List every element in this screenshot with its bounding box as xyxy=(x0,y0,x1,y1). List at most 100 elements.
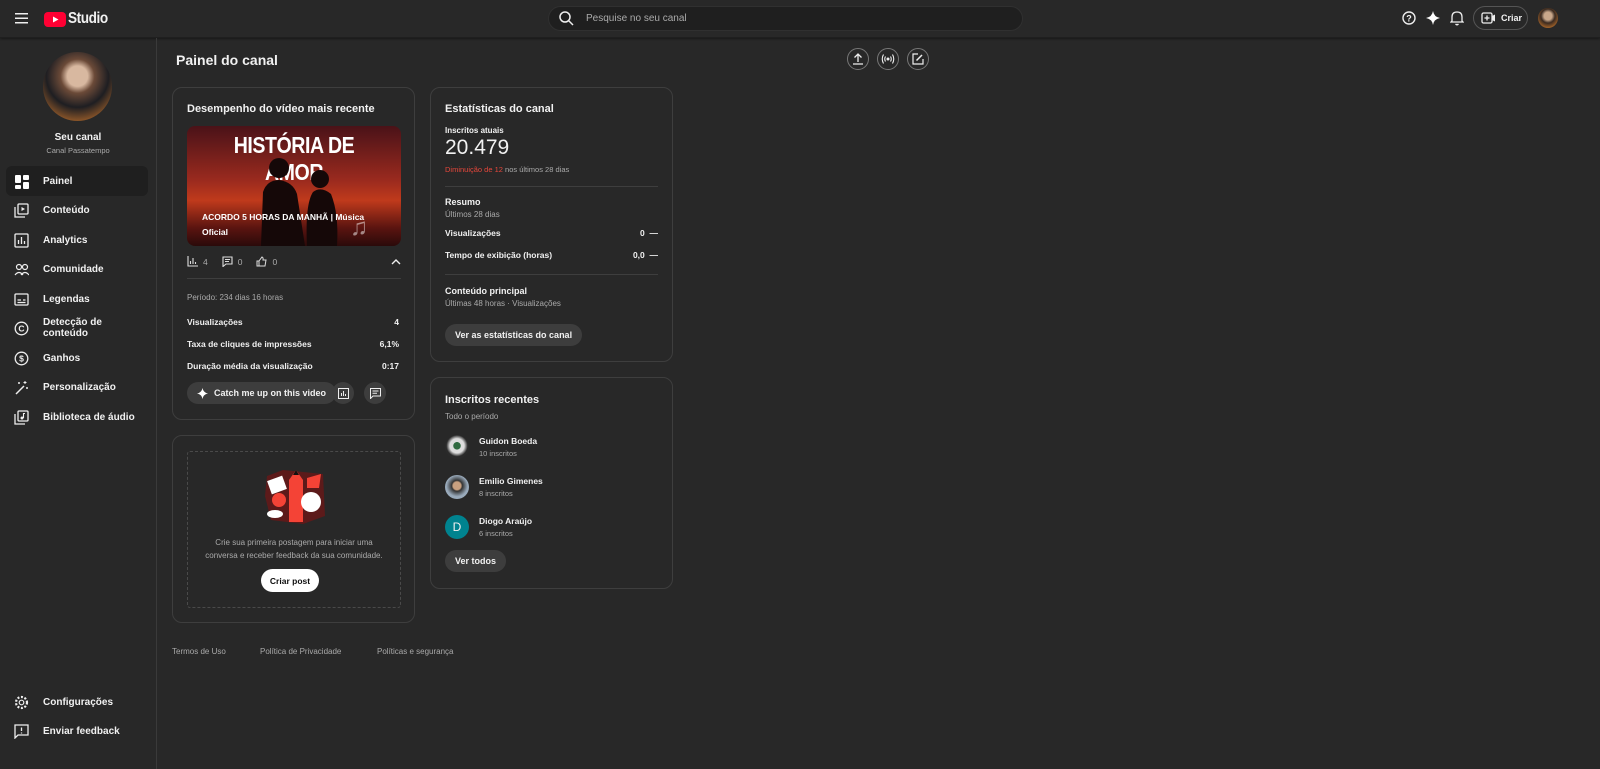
metric-value: 0:17 xyxy=(381,361,399,371)
sidebar-item-label: Conteúdo xyxy=(43,204,90,216)
top-content-subtitle: Últimas 48 horas · Visualizações xyxy=(445,299,561,308)
channel-stats-card: Estatísticas do canal Inscritos atuais 2… xyxy=(430,87,673,362)
subscriber-avatar xyxy=(445,475,469,499)
top-bar: Studio Pesquise no seu canal ? Criar xyxy=(0,0,1600,38)
create-video-icon xyxy=(1481,12,1495,24)
upload-button[interactable] xyxy=(847,48,869,70)
sidebar-item-conteudo[interactable]: Conteúdo xyxy=(6,195,148,225)
analytics-icon xyxy=(337,387,349,399)
dashboard-icon xyxy=(15,174,29,189)
subscriber-item[interactable]: Emilio Gimenes 8 inscritos xyxy=(445,475,543,499)
subscriber-item[interactable]: D Diogo Araújo 6 inscritos xyxy=(445,515,532,539)
video-comments-button[interactable] xyxy=(364,382,386,404)
help-icon[interactable]: ? xyxy=(1402,11,1416,25)
sidebar-item-feedback[interactable]: Enviar feedback xyxy=(6,716,148,746)
top-content-title: Conteúdo principal xyxy=(445,286,527,296)
search-placeholder: Pesquise no seu canal xyxy=(586,13,687,24)
community-post-illustration xyxy=(265,470,325,524)
subscriber-count: 10 inscritos xyxy=(479,449,517,458)
go-live-button[interactable] xyxy=(877,48,899,70)
sidebar-item-deteccao[interactable]: C Detecção de conteúdo xyxy=(6,313,148,343)
search-icon xyxy=(559,11,574,26)
feedback-icon xyxy=(14,723,29,739)
subscriber-avatar xyxy=(445,435,469,459)
card-title: Inscritos recentes xyxy=(445,394,540,406)
card-title: Desempenho do vídeo mais recente xyxy=(187,103,375,115)
subscriber-item[interactable]: Guidon Boeda 10 inscritos xyxy=(445,435,537,459)
sidebar-item-configuracoes[interactable]: Configurações xyxy=(6,687,148,717)
community-post-card: Crie sua primeira postagem para iniciar … xyxy=(172,435,415,623)
view-all-button[interactable]: Ver todos xyxy=(445,550,507,572)
sidebar-item-ganhos[interactable]: $ Ganhos xyxy=(6,343,148,373)
create-post-button[interactable] xyxy=(907,48,929,70)
comments-icon xyxy=(369,387,381,399)
community-icon xyxy=(14,263,29,275)
svg-text:$: $ xyxy=(19,353,24,363)
audio-library-icon xyxy=(14,409,29,425)
view-channel-stats-button[interactable]: Ver as estatísticas do canal xyxy=(445,324,583,346)
create-button[interactable]: Criar xyxy=(1473,6,1528,30)
likes-count: 0 xyxy=(272,256,278,267)
catch-me-up-label: Catch me up on this video xyxy=(214,388,327,398)
video-analytics-button[interactable] xyxy=(332,382,354,404)
summary-row: Tempo de exibição (horas) 0,0 — xyxy=(445,250,658,260)
sidebar-item-analytics[interactable]: Analytics xyxy=(6,225,148,255)
sidebar-item-label: Personalização xyxy=(43,381,116,393)
copyright-icon: C xyxy=(14,321,29,335)
latest-video-card: Desempenho do vídeo mais recente HISTÓRI… xyxy=(172,87,415,420)
sidebar-item-label: Configurações xyxy=(43,696,114,708)
metric-label: Visualizações xyxy=(187,317,243,327)
sidebar-item-label: Detecção de conteúdo xyxy=(43,317,102,339)
sidebar-item-biblioteca-audio[interactable]: Biblioteca de áudio xyxy=(6,402,148,432)
catch-me-up-button[interactable]: Catch me up on this video xyxy=(187,382,337,404)
subscriber-change: Diminuição de 12 xyxy=(445,165,503,174)
trend-indicator: — xyxy=(649,228,659,238)
footer-policies-link[interactable]: Políticas e segurança xyxy=(377,647,454,656)
sidebar-item-legendas[interactable]: Legendas xyxy=(6,284,148,314)
footer-privacy-link[interactable]: Política de Privacidade xyxy=(260,647,341,656)
subscribers-label: Inscritos atuais xyxy=(445,126,504,135)
recent-subscribers-card: Inscritos recentes Todo o período Guidon… xyxy=(430,377,673,589)
page-title: Painel do canal xyxy=(176,52,278,68)
search-input[interactable]: Pesquise no seu canal xyxy=(548,6,1023,31)
analytics-icon xyxy=(14,232,29,248)
svg-text:?: ? xyxy=(1406,14,1412,24)
post-prompt-text: Crie sua primeira postagem para iniciar … xyxy=(205,538,383,560)
metric-row: Visualizações 4 xyxy=(187,317,399,327)
sidebar-item-personalizacao[interactable]: Personalização xyxy=(6,372,148,402)
subscriber-change-period: nos últimos 28 dias xyxy=(502,165,570,174)
create-label: Criar xyxy=(1501,13,1523,23)
summary-label: Tempo de exibição (horas) xyxy=(445,250,553,260)
notifications-bell-icon[interactable] xyxy=(1450,10,1464,26)
youtube-studio-logo[interactable]: Studio xyxy=(44,10,115,28)
sidebar-item-painel[interactable]: Painel xyxy=(6,166,148,196)
edit-icon xyxy=(912,53,924,65)
metric-value: 4 xyxy=(394,317,399,327)
youtube-logo-icon xyxy=(44,11,66,27)
subscriber-name: Diogo Araújo xyxy=(479,516,533,526)
svg-text:C: C xyxy=(18,323,24,333)
account-avatar[interactable] xyxy=(1538,8,1558,28)
subscriber-name: Guidon Boeda xyxy=(479,436,538,446)
subscriber-name: Emilio Gimenes xyxy=(479,476,543,486)
chevron-up-icon[interactable] xyxy=(391,258,401,265)
comments-icon xyxy=(222,256,233,267)
magic-wand-icon xyxy=(15,380,28,395)
channel-avatar[interactable] xyxy=(43,52,112,121)
live-broadcast-icon xyxy=(881,54,895,64)
create-post-cta[interactable]: Criar post xyxy=(261,569,319,592)
summary-value: 0 xyxy=(640,228,645,238)
footer-terms-link[interactable]: Termos de Uso xyxy=(172,647,226,656)
menu-icon[interactable] xyxy=(15,12,28,24)
metric-row: Duração média da visualização 0:17 xyxy=(187,361,399,371)
sidebar-item-label: Biblioteca de áudio xyxy=(43,411,135,423)
subscriber-count: 8 inscritos xyxy=(479,489,513,498)
sparkle-icon[interactable] xyxy=(1426,11,1440,25)
period-text: Período: 234 dias 16 horas xyxy=(187,293,284,302)
metric-value: 6,1% xyxy=(379,339,399,349)
summary-label: Visualizações xyxy=(445,228,501,238)
subscribers-count: 20.479 xyxy=(445,136,510,159)
sidebar-item-comunidade[interactable]: Comunidade xyxy=(6,254,148,284)
subscriber-count: 6 inscritos xyxy=(479,529,513,538)
video-thumbnail[interactable]: HISTÓRIA DE AMOR ACORDO 5 HORAS DA MANHÃ… xyxy=(187,126,401,246)
